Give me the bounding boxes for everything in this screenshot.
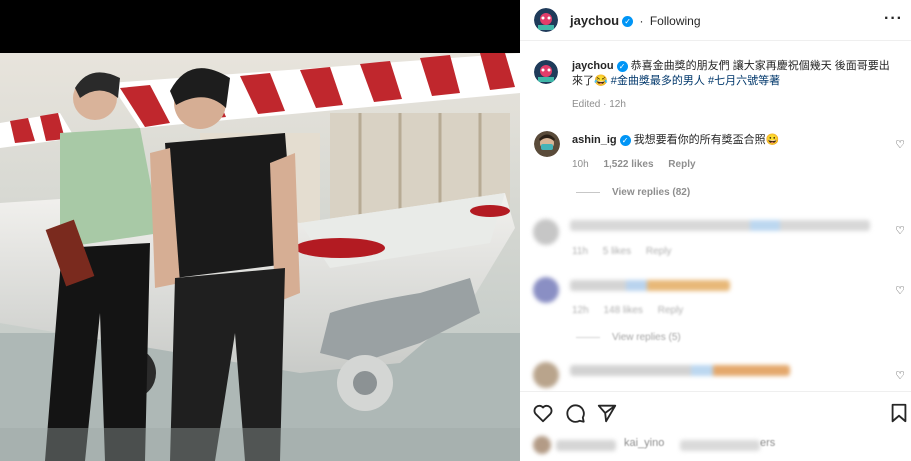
comment-reply-button[interactable]: Reply <box>668 159 695 170</box>
avatar-image <box>534 60 558 84</box>
author-avatar[interactable] <box>534 8 558 32</box>
separator-dot: · <box>639 14 644 28</box>
liker-username[interactable]: kai_yino <box>624 437 664 449</box>
comment-time: 10h <box>572 159 589 170</box>
avatar-image <box>534 131 560 157</box>
comment-like-heart-icon[interactable]: ♡ <box>895 284 905 297</box>
hashtag-link-2[interactable]: #七月六號等著 <box>708 75 780 87</box>
caption-text-line1: 恭喜金曲獎的朋友們 讓大家再慶祝個幾天 後面哥要出 <box>630 60 890 72</box>
commenter-avatar[interactable] <box>533 219 559 245</box>
replies-divider <box>576 336 600 338</box>
comment-likes[interactable]: 5 likes <box>603 246 631 257</box>
view-replies-label: View replies (82) <box>612 187 691 198</box>
divider <box>520 391 911 392</box>
blurred-comment-text <box>570 220 870 231</box>
hashtag-link-1[interactable]: #金曲獎最多的男人 <box>611 75 705 87</box>
liked-by-tail: ers <box>760 437 776 449</box>
comment-bubble-icon[interactable] <box>564 402 586 424</box>
comment-text: 我想要看你的所有獎盃合照😀 <box>633 134 780 146</box>
author-username[interactable]: jaychou <box>570 13 619 28</box>
comment-reply-button[interactable]: Reply <box>658 305 684 316</box>
post-header: jaychou ✓ · Following ··· <box>520 0 911 41</box>
blurred-comment-text <box>570 280 730 291</box>
comment-likes[interactable]: 1,522 likes <box>603 159 653 170</box>
caption-edited-time: Edited · 12h <box>572 99 626 110</box>
comment-like-heart-icon[interactable]: ♡ <box>895 224 905 237</box>
blurred-comment-text <box>570 365 790 376</box>
view-replies-label: View replies (5) <box>612 332 681 343</box>
commenter-avatar[interactable] <box>534 131 560 157</box>
save-bookmark-icon[interactable] <box>888 402 910 424</box>
photo-illustration <box>0 53 520 461</box>
blurred-liked-by-text <box>556 440 616 451</box>
commenter-avatar[interactable] <box>533 277 559 303</box>
post-detail-panel: jaychou ✓ · Following ··· jaychou ✓ 恭喜金曲獎的… <box>520 0 911 461</box>
replies-divider <box>576 191 600 193</box>
view-replies-button[interactable]: View replies (82) <box>576 187 702 198</box>
post-photo <box>0 53 520 461</box>
verified-badge-icon: ✓ <box>622 16 634 28</box>
comment-like-heart-icon[interactable]: ♡ <box>895 138 905 151</box>
like-heart-icon[interactable] <box>532 402 554 424</box>
view-replies-button[interactable]: View replies (5) <box>576 332 693 343</box>
liker-avatar <box>533 436 551 454</box>
commenter-username[interactable]: ashin_ig <box>572 134 617 146</box>
comment-likes[interactable]: 148 likes <box>603 305 642 316</box>
verified-badge-icon: ✓ <box>616 60 628 72</box>
avatar-image <box>534 8 558 32</box>
post-media[interactable] <box>0 0 520 461</box>
caption-text-line2: 來了😂 <box>572 75 608 87</box>
caption-avatar[interactable] <box>534 60 558 84</box>
more-horizontal-icon[interactable]: ··· <box>884 10 903 28</box>
blurred-liked-by-text <box>680 440 760 451</box>
verified-badge-icon: ✓ <box>619 134 631 146</box>
comment-time: 11h <box>572 246 588 257</box>
caption-username[interactable]: jaychou <box>572 60 614 72</box>
following-button[interactable]: Following <box>650 14 701 28</box>
share-send-icon[interactable] <box>596 402 618 424</box>
commenter-avatar[interactable] <box>533 362 559 388</box>
comment-like-heart-icon[interactable]: ♡ <box>895 369 905 382</box>
comment-time: 12h <box>572 305 589 316</box>
comment-reply-button[interactable]: Reply <box>646 246 672 257</box>
